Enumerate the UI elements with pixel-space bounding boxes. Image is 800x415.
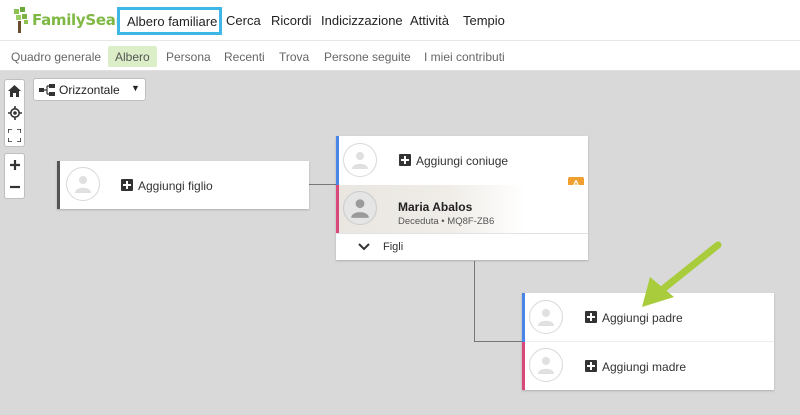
crosshair-icon — [7, 106, 22, 120]
add-spouse-button[interactable]: Aggiungi coniuge — [396, 150, 576, 170]
locate-button[interactable] — [5, 102, 24, 124]
add-mother-button[interactable]: Aggiungi madre — [582, 357, 762, 377]
person-silhouette-icon — [538, 309, 554, 326]
subnav-item-albero[interactable]: Albero — [108, 46, 157, 67]
add-icon — [585, 311, 597, 323]
person-id: MQ8F-ZB6 — [447, 216, 495, 227]
add-child-button[interactable]: Aggiungi figlio — [117, 175, 297, 195]
child-card: Aggiungi figlio — [57, 161, 309, 209]
subnav-item-quadro-generale[interactable]: Quadro generale — [11, 50, 101, 64]
avatar-placeholder — [529, 348, 563, 382]
nav-item-attivita[interactable]: Attività — [410, 13, 449, 28]
children-label: Figli — [383, 241, 404, 253]
subnav-item-trova[interactable]: Trova — [279, 50, 309, 64]
nav-item-tempio[interactable]: Tempio — [463, 13, 505, 28]
caret-down-icon: ▼ — [131, 83, 140, 93]
couple-card: Aggiungi coniuge Maria Abalos Deceduta •… — [336, 136, 588, 260]
nav-item-ricordi[interactable]: Ricordi — [271, 13, 311, 28]
card-side-bar — [57, 161, 60, 209]
person-silhouette-icon — [352, 152, 368, 169]
zoom-in-button[interactable] — [5, 154, 24, 176]
children-toggle[interactable]: Figli — [336, 233, 588, 260]
subnav-active-label: Albero — [115, 50, 150, 64]
male-bar — [522, 293, 525, 342]
avatar-placeholder — [66, 167, 100, 201]
home-button[interactable] — [5, 80, 24, 102]
add-icon — [585, 360, 597, 372]
top-navigation: FamilySearch Albero familiare Cerca Rico… — [0, 0, 800, 41]
person-avatar — [343, 191, 377, 225]
connector-parents-horizontal — [474, 341, 523, 342]
orientation-label: Orizzontale — [59, 83, 120, 97]
person-status: Deceduta • MQ8F-ZB6 — [398, 216, 495, 227]
avatar-placeholder — [529, 300, 563, 334]
add-icon — [399, 154, 411, 166]
zoom-tools — [4, 153, 25, 199]
person-row[interactable]: Maria Abalos Deceduta • MQ8F-ZB6 — [336, 185, 588, 233]
subnav-item-miei-contributi[interactable]: I miei contributi — [424, 50, 505, 64]
subnav-item-persona[interactable]: Persona — [166, 50, 211, 64]
view-tools — [4, 79, 25, 147]
add-child-label: Aggiungi figlio — [138, 179, 213, 193]
avatar-placeholder — [343, 143, 377, 177]
connector-child — [309, 184, 337, 185]
female-bar — [522, 342, 525, 390]
subnav-item-recenti[interactable]: Recenti — [224, 50, 265, 64]
male-bar — [336, 136, 339, 185]
zoom-out-button[interactable] — [5, 176, 24, 198]
person-name[interactable]: Maria Abalos — [398, 200, 472, 214]
add-spouse-label: Aggiungi coniuge — [416, 154, 509, 168]
annotation-arrow-icon — [642, 241, 722, 307]
add-mother-label: Aggiungi madre — [602, 360, 687, 374]
fullscreen-button[interactable] — [5, 124, 24, 146]
nav-active-label: Albero familiare — [127, 14, 218, 29]
plus-icon — [9, 160, 20, 170]
person-silhouette-icon — [75, 176, 91, 193]
nav-item-indicizzazione[interactable]: Indicizzazione — [321, 13, 403, 28]
tree-logo-icon — [14, 7, 28, 33]
female-bar — [336, 185, 339, 233]
nav-item-albero-familiare[interactable]: Albero familiare — [117, 7, 222, 35]
expand-icon — [8, 128, 21, 142]
orientation-dropdown[interactable]: Orizzontale ▼ — [33, 78, 146, 101]
chevron-down-icon — [358, 243, 370, 251]
add-icon — [121, 179, 133, 191]
spouse-row: Aggiungi coniuge — [336, 136, 588, 185]
sub-navigation: Quadro generale Albero Persona Recenti T… — [0, 41, 800, 71]
mother-row: Aggiungi madre — [522, 342, 774, 390]
subnav-item-persone-seguite[interactable]: Persone seguite — [324, 50, 411, 64]
home-icon — [8, 85, 21, 97]
connector-parents-vertical — [474, 261, 475, 341]
person-silhouette-icon — [538, 357, 554, 374]
person-silhouette-icon — [351, 199, 369, 218]
minus-icon — [9, 185, 20, 189]
person-status-text: Deceduta — [398, 216, 439, 227]
nav-item-cerca[interactable]: Cerca — [226, 13, 261, 28]
tree-layout-icon — [39, 84, 55, 96]
